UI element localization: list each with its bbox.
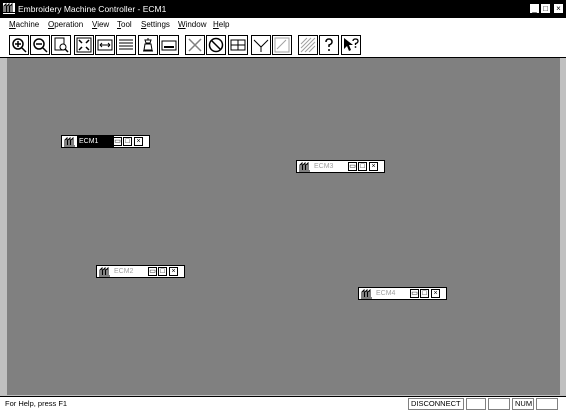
frame-icon [253,39,269,52]
status-pane-blank-2 [488,398,510,410]
split-view-icon [230,39,246,51]
close-button[interactable]: × [431,289,440,298]
restore-button[interactable]: ▭ [113,137,122,146]
app-window: Embroidery Machine Controller - ECM1 _ □… [0,0,566,411]
close-button[interactable]: × [553,3,564,14]
child-window-ecm2[interactable]: ECM2 ▭ □ × [96,265,185,278]
zoom-in-icon [12,38,27,53]
status-bar: For Help, press F1 DISCONNECT NUM [0,396,566,411]
child-window-ecm4[interactable]: ECM4 ▭ □ × [358,287,447,300]
help-button[interactable] [319,35,339,55]
help-icon [325,38,333,51]
child-title: ECM2 [114,268,134,275]
disabled-frame-button[interactable] [272,35,292,55]
machine-panel-icon [161,40,177,51]
menu-bar: Machine Operation View Tool Settings Win… [0,18,566,32]
toolbar [0,32,566,58]
status-num: NUM [512,398,534,410]
menu-help[interactable]: Help [213,18,229,32]
mdi-workspace: ECM1 ▭ □ × ECM3 ▭ □ × ECM2 ▭ □ × ECM4 ▭ … [7,58,560,395]
zoom-in-button[interactable] [9,35,29,55]
maximize-button[interactable]: □ [123,137,132,146]
close-button[interactable]: × [169,267,178,276]
stop-button[interactable] [206,35,226,55]
cross-icon [188,38,202,52]
disabled-hatch-button[interactable] [298,35,318,55]
status-connection: DISCONNECT [408,398,464,410]
maximize-button[interactable]: □ [358,162,367,171]
restore-button[interactable]: ▭ [410,289,419,298]
embroidery-machine-icon [99,267,110,277]
child-window-ecm3[interactable]: ECM3 ▭ □ × [296,160,385,173]
status-pane-blank-3 [536,398,558,410]
zoom-page-icon [54,37,69,53]
cross-button[interactable] [185,35,205,55]
fit-window-icon [76,37,92,53]
embroidery-machine-icon [361,289,372,299]
menu-view[interactable]: View [92,18,109,32]
maximize-button[interactable]: □ [540,3,551,14]
menu-operation[interactable]: Operation [48,18,83,32]
bobbin-button[interactable] [138,35,158,55]
window-title: Embroidery Machine Controller - ECM1 [18,4,167,14]
machine-panel-button[interactable] [159,35,179,55]
minimize-button[interactable]: _ [529,3,540,14]
close-button[interactable]: × [369,162,378,171]
child-title: ECM3 [314,163,334,170]
design-list-icon [119,39,133,50]
embroidery-app-icon [3,3,15,14]
zoom-out-icon [33,38,48,53]
menu-settings[interactable]: Settings [141,18,170,32]
zoom-out-button[interactable] [30,35,50,55]
frame-button[interactable] [251,35,271,55]
context-help-icon [344,38,359,51]
status-help-text: For Help, press F1 [5,399,68,408]
fit-width-button[interactable] [95,35,115,55]
disabled-hatch-icon [300,37,316,53]
status-pane-blank-1 [466,398,486,410]
embroidery-machine-icon [64,137,75,147]
restore-button[interactable]: ▭ [348,162,357,171]
bobbin-icon [143,38,153,52]
title-bar[interactable]: Embroidery Machine Controller - ECM1 _ □… [0,0,566,18]
restore-button[interactable]: ▭ [148,267,157,276]
maximize-button[interactable]: □ [420,289,429,298]
fit-window-button[interactable] [74,35,94,55]
child-title: ECM1 [77,136,114,147]
menu-tool[interactable]: Tool [117,18,132,32]
menu-window[interactable]: Window [178,18,206,32]
embroidery-machine-icon [299,162,310,172]
design-list-button[interactable] [116,35,136,55]
fit-width-icon [97,39,113,51]
zoom-page-button[interactable] [51,35,71,55]
close-button[interactable]: × [134,137,143,146]
context-help-button[interactable] [341,35,361,55]
split-view-button[interactable] [228,35,248,55]
child-title: ECM4 [376,290,396,297]
disabled-frame-icon [274,37,290,53]
maximize-button[interactable]: □ [158,267,167,276]
child-window-ecm1[interactable]: ECM1 ▭ □ × [61,135,150,148]
stop-icon [208,37,224,53]
menu-machine[interactable]: Machine [9,18,39,32]
